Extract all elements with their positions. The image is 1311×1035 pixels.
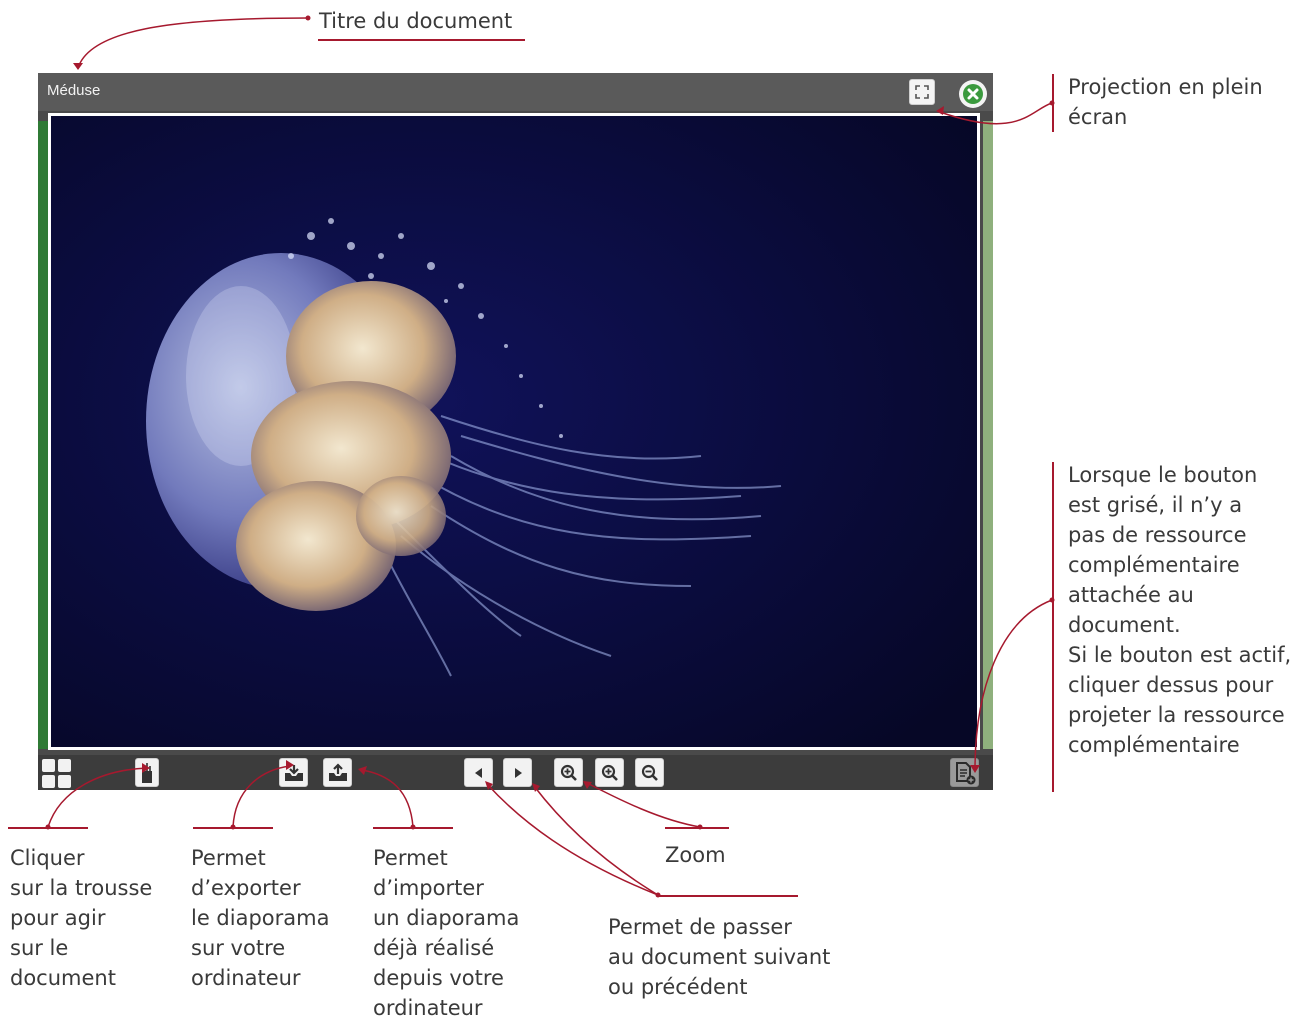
annotation-resource-bar [1052, 462, 1054, 792]
zoom-fit-icon [560, 764, 577, 781]
annotation-navigation-rule [658, 895, 798, 897]
annotation-title: Titre du document [319, 9, 513, 33]
annotation-zoom-rule [665, 827, 729, 829]
zoom-out-icon [641, 764, 658, 781]
zoom-fit-button[interactable] [554, 758, 583, 787]
left-panel-handle[interactable] [38, 121, 48, 749]
grid-view-button[interactable] [41, 758, 72, 789]
import-button[interactable] [323, 758, 352, 787]
grid-icon [42, 759, 71, 788]
annotation-export: Permet d’exporter le diaporama sur votre… [191, 846, 330, 990]
annotation-export-rule [193, 827, 273, 829]
zoom-out-button[interactable] [635, 758, 664, 787]
resource-icon [955, 761, 975, 784]
image-frame [48, 113, 980, 750]
complementary-resource-button[interactable] [950, 758, 979, 787]
zoom-in-button[interactable] [595, 758, 624, 787]
annotation-resource: Lorsque le bouton est grisé, il n’y a pa… [1068, 463, 1292, 757]
export-icon [284, 764, 303, 781]
pencil-case-icon [142, 762, 152, 783]
annotation-title-underline [318, 39, 525, 41]
pencil-case-button[interactable] [135, 758, 159, 787]
annotation-fullscreen: Projection en plein écran [1068, 75, 1263, 129]
annotation-import: Permet d’importer un diaporama déjà réal… [373, 846, 520, 1020]
export-button[interactable] [279, 758, 308, 787]
document-image [51, 116, 977, 747]
document-title: Méduse [47, 82, 101, 99]
annotation-navigation: Permet de passer au document suivant ou … [608, 915, 831, 999]
annotation-zoom: Zoom [665, 843, 726, 867]
jellyfish-image [51, 116, 977, 747]
close-button[interactable] [959, 80, 987, 108]
annotation-trousse-rule [8, 827, 88, 829]
fullscreen-icon [915, 85, 929, 99]
annotation-import-rule [373, 827, 453, 829]
annotation-fullscreen-bar [1052, 74, 1054, 132]
bottom-toolbar [38, 755, 993, 790]
title-bar: Méduse [38, 73, 993, 111]
import-icon [328, 762, 347, 781]
annotation-trousse: Cliquer sur la trousse pour agir sur le … [10, 846, 153, 990]
close-icon [963, 84, 983, 104]
previous-icon [474, 767, 482, 778]
next-button[interactable] [503, 758, 532, 787]
right-panel-handle[interactable] [983, 121, 993, 749]
zoom-in-icon [601, 764, 618, 781]
document-viewer: Méduse [38, 73, 993, 790]
previous-button[interactable] [464, 758, 493, 787]
fullscreen-button[interactable] [909, 79, 935, 105]
next-icon [514, 767, 522, 778]
